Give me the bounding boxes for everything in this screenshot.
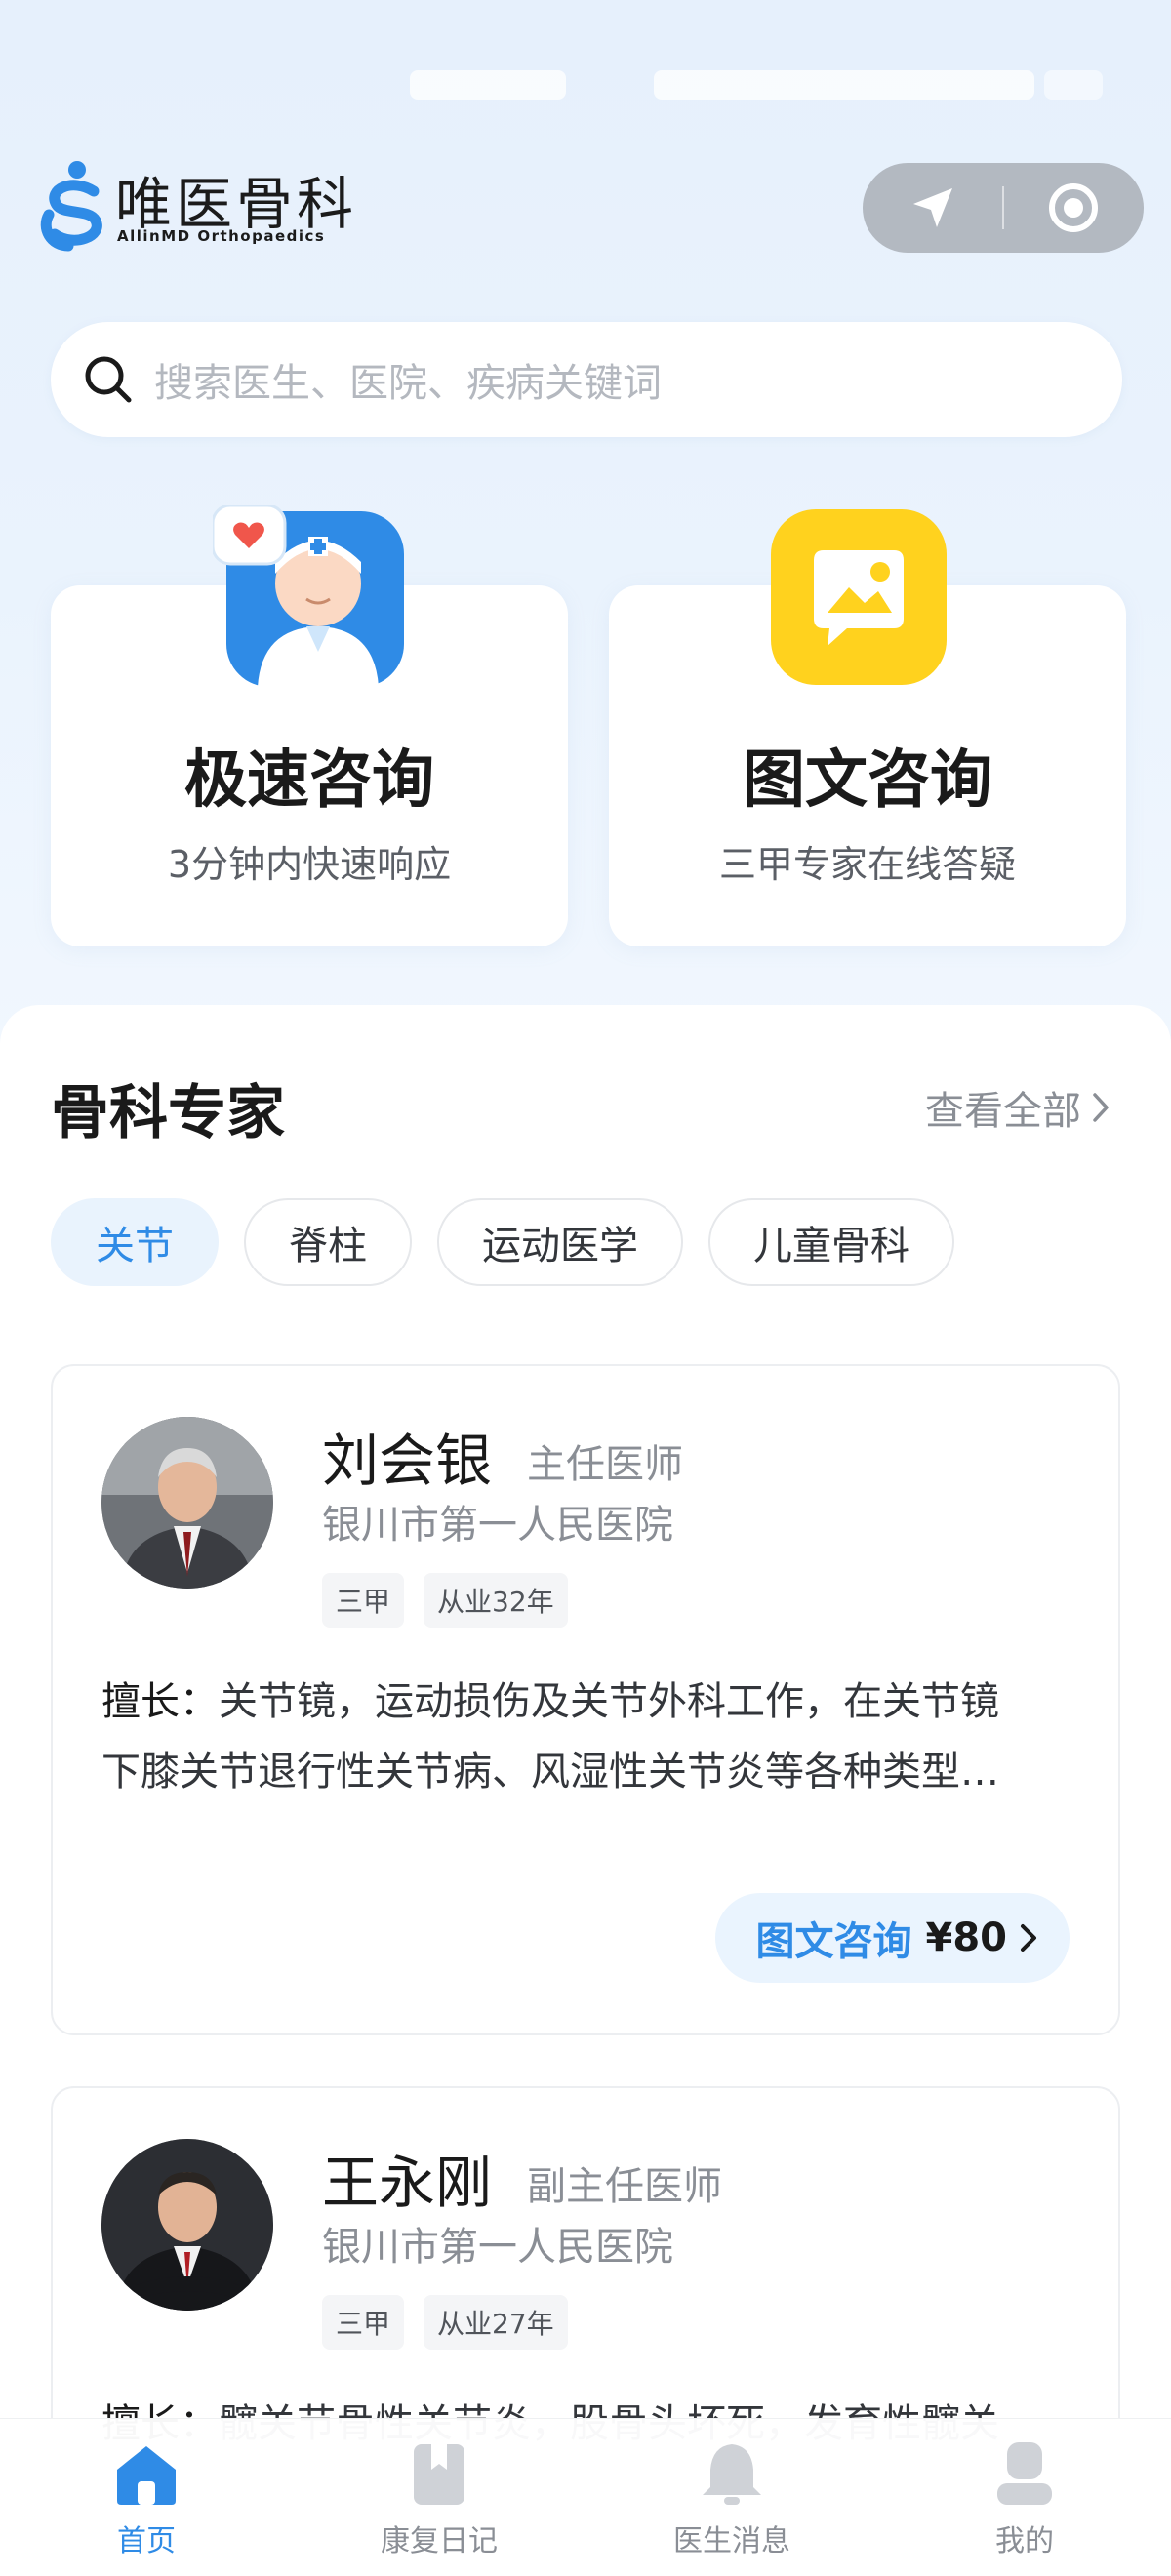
specialty-tabs: 关节 脊柱 运动医学 儿童骨科: [51, 1198, 954, 1286]
consult-price: ¥80: [925, 1915, 1008, 1960]
search-placeholder: 搜索医生、医院、疾病关键词: [154, 361, 662, 406]
chevron-right-icon: [1093, 1093, 1109, 1122]
bottom-nav: 首页 康复日记 医生消息 我的: [0, 2418, 1171, 2576]
view-all-label: 查看全部: [925, 1089, 1081, 1134]
nav-rehab-diary[interactable]: 康复日记: [293, 2419, 586, 2576]
tag-years-practice: 从业27年: [424, 2295, 568, 2350]
tag-years-practice: 从业32年: [424, 1573, 568, 1628]
user-icon: [997, 2442, 1052, 2505]
doctor-avatar: [101, 1417, 273, 1589]
section-title: 骨科专家: [51, 1079, 285, 1147]
tab-spine[interactable]: 脊柱: [244, 1198, 412, 1286]
skills-line: 关节镜，运动损伤及关节外科工作，在关节镜: [219, 1679, 999, 1724]
image-text-consult-title: 图文咨询: [743, 745, 992, 817]
skills-label: 擅长：: [101, 1679, 219, 1724]
close-target-button[interactable]: [1004, 163, 1144, 253]
view-all-link[interactable]: 查看全部: [925, 1079, 1112, 1136]
doctor-avatar: [101, 2139, 273, 2311]
nav-rehab-diary-label: 康复日记: [381, 2524, 498, 2558]
status-bar: [0, 49, 1171, 123]
bell-icon: [703, 2444, 761, 2505]
search-icon: [85, 356, 132, 403]
battery-icon: [1044, 70, 1103, 100]
navigation-arrow-icon: [912, 188, 952, 227]
doctor-name: 刘会银: [322, 1428, 493, 1494]
image-text-consult-button[interactable]: 图文咨询 ¥80: [714, 1893, 1070, 1983]
nav-doctor-messages[interactable]: 医生消息: [586, 2419, 878, 2576]
doctor-skills: 擅长：关节镜，运动损伤及关节外科工作，在关节镜 下膝关节退行性关节病、风湿性关节…: [101, 1667, 1077, 1807]
status-bar-left-icons: [410, 70, 566, 100]
allinmd-logo-icon: [40, 161, 102, 252]
chevron-right-icon: [1021, 1924, 1036, 1952]
image-text-consult-subtitle: 三甲专家在线答疑: [718, 843, 1016, 886]
express-consult-title: 极速咨询: [184, 745, 434, 817]
doctor-title: 主任医师: [527, 1442, 683, 1487]
nav-doctor-messages-label: 医生消息: [673, 2524, 790, 2558]
doctor-title: 副主任医师: [527, 2164, 722, 2209]
brand-subtitle: AllinMD Orthopaedics: [117, 227, 326, 245]
doctor-hospital: 银川市第一人民医院: [322, 2225, 673, 2270]
status-bar-right-icons: [654, 70, 1034, 100]
home-icon: [117, 2446, 176, 2505]
nav-profile[interactable]: 我的: [878, 2419, 1171, 2576]
nav-profile-label: 我的: [995, 2524, 1054, 2558]
tab-joint[interactable]: 关节: [51, 1198, 219, 1286]
picture-message-icon: [771, 509, 947, 685]
tab-sports-medicine[interactable]: 运动医学: [437, 1198, 683, 1286]
record-circle-icon: [1049, 183, 1099, 232]
consult-button-label: 图文咨询: [755, 1919, 912, 1964]
nav-home-label: 首页: [117, 2524, 176, 2558]
search-bar[interactable]: 搜索医生、医院、疾病关键词: [51, 322, 1122, 437]
diary-book-icon: [414, 2444, 464, 2505]
tag-hospital-grade: 三甲: [322, 2295, 405, 2350]
tag-hospital-grade: 三甲: [322, 1573, 405, 1628]
doctor-hospital: 银川市第一人民医院: [322, 1503, 673, 1548]
doctor-name: 王永刚: [322, 2150, 493, 2216]
nav-home[interactable]: 首页: [0, 2419, 293, 2576]
express-consult-subtitle: 3分钟内快速响应: [167, 843, 452, 886]
doctor-avatar-icon: [213, 505, 404, 687]
location-button[interactable]: [863, 163, 1002, 253]
skills-line: 下膝关节退行性关节病、风湿性关节炎等各种类型…: [101, 1750, 999, 1794]
mini-program-capsule: [863, 163, 1144, 253]
tab-pediatric-orthopedics[interactable]: 儿童骨科: [708, 1198, 954, 1286]
doctor-card[interactable]: 刘会银 主任医师 银川市第一人民医院 三甲 从业32年 擅长：关节镜，运动损伤及…: [51, 1364, 1120, 2035]
